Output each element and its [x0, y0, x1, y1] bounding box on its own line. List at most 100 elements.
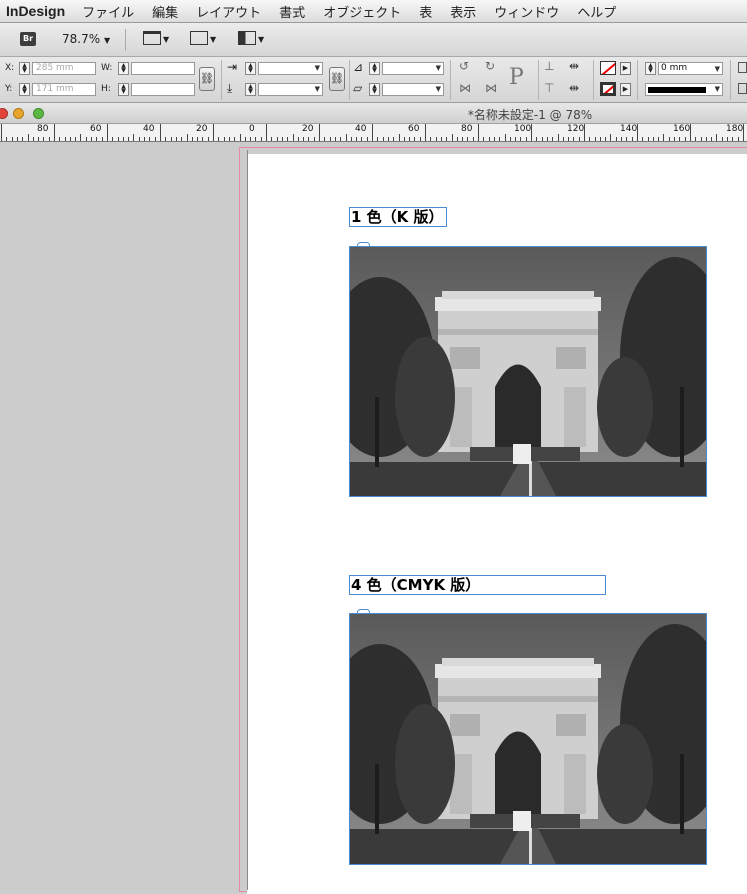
ruler-tick [642, 137, 643, 141]
panel-divider [637, 60, 638, 100]
page-edge [247, 150, 248, 890]
frame-fitting-icon[interactable] [738, 83, 747, 94]
fill-menu-button[interactable]: ▶ [620, 62, 631, 75]
ruler-tick [240, 134, 241, 141]
app-menu[interactable]: InDesign [0, 3, 73, 19]
ruler-tick [669, 137, 670, 141]
screen-mode-icon[interactable] [190, 31, 208, 45]
w-stepper[interactable]: ▲ ▼ [118, 62, 129, 75]
ruler-tick [727, 137, 728, 141]
ruler-tick [388, 137, 389, 141]
select-content-icon[interactable]: ⊤ [544, 81, 554, 95]
ruler-tick [187, 134, 188, 141]
ruler-tick [181, 137, 182, 141]
scale-y-stepper[interactable]: ▲ ▼ [245, 83, 256, 96]
zoom-level-value: 78.7% [62, 32, 101, 46]
chevron-down-icon: ▼ [258, 35, 265, 44]
constrain-scale-icon[interactable]: ⛓ [329, 67, 345, 91]
ruler-label: 160 [673, 124, 691, 134]
menu-help[interactable]: ヘルプ [568, 2, 625, 21]
menu-file[interactable]: ファイル [73, 2, 143, 21]
shear-dropdown[interactable] [382, 83, 444, 96]
shear-stepper[interactable]: ▲ ▼ [369, 83, 380, 96]
ruler-tick [234, 137, 235, 141]
view-options-icon[interactable] [143, 31, 161, 45]
ruler-tick [133, 134, 134, 141]
scale-y-dropdown[interactable] [258, 83, 323, 96]
menu-edit[interactable]: 編集 [143, 2, 187, 21]
menu-window[interactable]: ウィンドウ [485, 2, 568, 21]
ruler-tick [377, 137, 378, 141]
ruler-tick [600, 137, 601, 141]
ruler-tick [43, 137, 44, 141]
rotate-cw-icon[interactable]: ↻ [485, 59, 495, 73]
ruler-tick [425, 124, 426, 141]
flip-vertical-icon[interactable]: ⋈ [485, 81, 497, 95]
select-container-icon[interactable]: ⊥ [544, 59, 554, 73]
y-label: Y: [5, 84, 13, 94]
rotation-stepper[interactable]: ▲ ▼ [369, 62, 380, 75]
heading-k-plate-text-frame[interactable]: 1 色（K 版） [349, 207, 447, 227]
stroke-type-dropdown[interactable] [645, 83, 723, 96]
w-field[interactable] [131, 62, 195, 75]
ruler-tick [383, 137, 384, 141]
ruler-tick [526, 137, 527, 141]
menu-table[interactable]: 表 [410, 2, 441, 21]
fill-swatch[interactable] [600, 61, 616, 75]
rotate-ccw-icon[interactable]: ↺ [459, 59, 469, 73]
select-previous-icon[interactable]: ⇹ [569, 59, 579, 73]
zoom-level-dropdown[interactable]: 78.7% ▼ [62, 32, 110, 46]
menu-type[interactable]: 書式 [270, 2, 314, 21]
y-field[interactable]: 171 mm [32, 83, 96, 96]
y-stepper[interactable]: ▲ ▼ [19, 83, 30, 96]
heading-cmyk-text-frame[interactable]: 4 色（CMYK 版） [349, 575, 606, 595]
image-frame-k-plate[interactable] [349, 246, 707, 497]
menu-view[interactable]: 表示 [441, 2, 485, 21]
ruler-tick [70, 137, 71, 141]
x-field[interactable]: 285 mm [32, 62, 96, 75]
ruler-tick [430, 137, 431, 141]
ruler-label: 20 [196, 124, 208, 134]
ruler-tick [547, 137, 548, 141]
ruler-tick [637, 124, 638, 141]
ruler-tick [589, 137, 590, 141]
ruler-label: 40 [143, 124, 155, 134]
ruler-tick [282, 137, 283, 141]
ruler-tick [409, 137, 410, 141]
constrain-proportions-icon[interactable]: ⛓ [199, 67, 215, 91]
ruler-tick [616, 137, 617, 141]
h-stepper[interactable]: ▲ ▼ [118, 83, 129, 96]
x-label: X: [5, 63, 15, 73]
stroke-weight-dropdown[interactable]: 0 mm [658, 62, 723, 75]
menu-layout[interactable]: レイアウト [187, 2, 270, 21]
scale-y-icon: ⤓ [227, 81, 233, 95]
ruler-label: 80 [461, 124, 473, 134]
stroke-menu-button[interactable]: ▶ [620, 83, 631, 96]
ruler-tick [149, 137, 150, 141]
frame-fitting-icon[interactable] [738, 62, 747, 73]
scale-x-stepper[interactable]: ▲ ▼ [245, 62, 256, 75]
stroke-weight-stepper[interactable]: ▲ ▼ [645, 62, 656, 75]
x-stepper[interactable]: ▲ ▼ [19, 62, 30, 75]
ruler-tick [510, 137, 511, 141]
ruler-tick [695, 137, 696, 141]
ruler-tick [674, 137, 675, 141]
application-bar: Br 78.7% ▼ ▼ ▼ ▼ [0, 23, 747, 57]
scale-x-dropdown[interactable] [258, 62, 323, 75]
arrange-documents-icon[interactable] [238, 31, 256, 45]
select-next-icon[interactable]: ⇹ [569, 81, 579, 95]
menu-object[interactable]: オブジェクト [314, 2, 410, 21]
flip-horizontal-icon[interactable]: ⋈ [459, 81, 471, 95]
control-panel: X: ▲ ▼ 285 mm Y: ▲ ▼ 171 mm W: ▲ ▼ H: ▲ ▼ ⛓ … [0, 57, 747, 103]
horizontal-ruler[interactable]: 80 60 40 20 0 20 40 60 80 100 120 140 16… [0, 124, 747, 142]
h-field[interactable] [131, 83, 195, 96]
reference-point-icon[interactable]: P [509, 65, 524, 90]
stroke-swatch[interactable] [600, 82, 616, 96]
image-frame-cmyk[interactable] [349, 613, 707, 865]
arc-de-triomphe-photo [350, 247, 706, 496]
rotation-dropdown[interactable] [382, 62, 444, 75]
ruler-label: 140 [620, 124, 638, 134]
ruler-tick [399, 134, 400, 141]
shear-angle-icon: ▱ [353, 81, 363, 95]
bridge-button[interactable]: Br [20, 32, 36, 46]
